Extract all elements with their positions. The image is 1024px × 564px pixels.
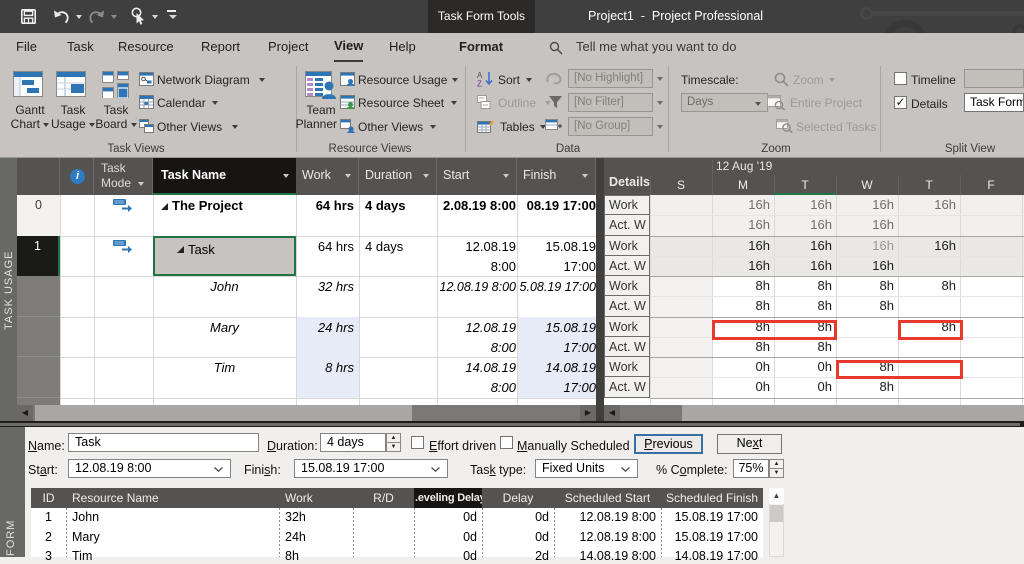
svg-text:Z: Z — [477, 80, 482, 88]
